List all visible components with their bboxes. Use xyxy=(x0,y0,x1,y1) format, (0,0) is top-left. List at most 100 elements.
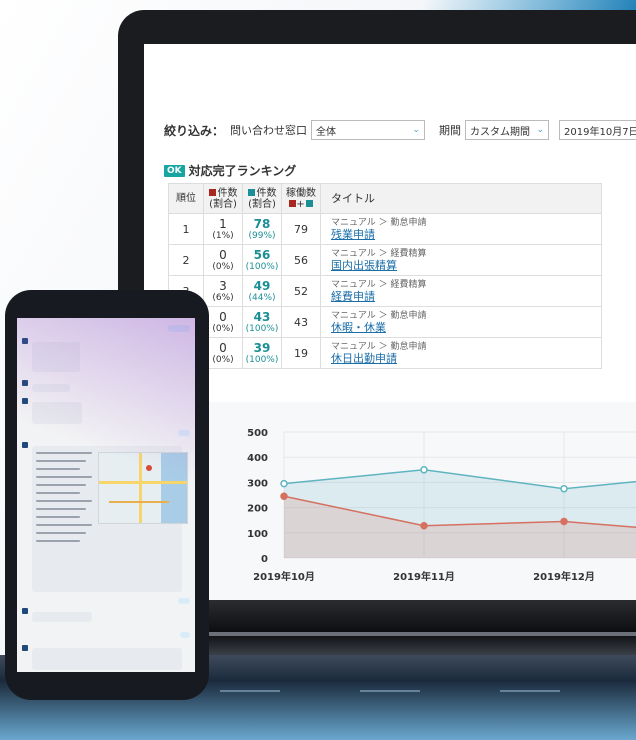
red-count-cell: 0 (0%) xyxy=(203,244,243,276)
table-row[interactable]: 33(6%)49(44%)52マニュアル ＞ 経費精算経費申請 xyxy=(168,275,602,307)
avatar xyxy=(22,442,28,448)
chat-bubble-right xyxy=(180,632,190,638)
chat-bubble-left xyxy=(32,402,82,424)
rank-cell: 2 xyxy=(168,244,204,276)
y-tick-label: 0 xyxy=(261,554,268,565)
chat-map-image[interactable] xyxy=(98,452,188,524)
y-tick-label: 100 xyxy=(247,529,268,540)
avatar xyxy=(22,608,28,614)
laptop-base-edge xyxy=(200,632,636,636)
title-cell: マニュアル ＞ 勤怠申請 残業申請 xyxy=(320,213,602,245)
chat-text-line xyxy=(36,460,86,462)
table-row[interactable]: 40(0%)43(100%)43マニュアル ＞ 勤怠申請休暇・休業 xyxy=(168,306,602,338)
filter-bar: 絞り込み： 問い合わせ窓口 全体 ⌄ 期間 カスタム期間 ⌄ 2019年10月7… xyxy=(164,120,636,140)
map-road xyxy=(109,501,169,503)
chat-text-line xyxy=(36,524,92,526)
title-cell: マニュアル ＞ 勤怠申請 休日出勤申請 xyxy=(320,337,602,369)
filter-label: 絞り込み： xyxy=(164,123,225,138)
laptop-base xyxy=(160,600,636,655)
ranking-title: 対応完了ランキング xyxy=(188,164,297,178)
teal-count-cell: 43 (100%) xyxy=(242,306,282,338)
header-teal-count[interactable]: 件数 (割合) xyxy=(242,183,282,214)
y-tick-label: 300 xyxy=(247,478,268,489)
map-water xyxy=(161,453,187,523)
doc-link[interactable]: 残業申請 xyxy=(331,229,601,241)
date-field[interactable]: 2019年10月7日 xyxy=(559,120,636,140)
data-point xyxy=(420,466,428,474)
teal-count-cell: 78 (99%) xyxy=(242,213,282,245)
y-tick-label: 400 xyxy=(247,453,268,464)
doc-link[interactable]: 経費申請 xyxy=(331,291,601,303)
data-point xyxy=(560,517,568,526)
teal-count-cell: 49 (44%) xyxy=(242,275,282,307)
title-cell: マニュアル ＞ 経費精算 国内出張精算 xyxy=(320,244,602,276)
chat-text-line xyxy=(36,508,86,510)
teal-count-cell: 39 (100%) xyxy=(242,337,282,369)
chevron-down-icon: ⌄ xyxy=(536,125,545,135)
work-cell: 43 xyxy=(281,306,321,338)
chevron-down-icon: ⌄ xyxy=(412,125,421,135)
laptop-screen: 絞り込み： 問い合わせ窓口 全体 ⌄ 期間 カスタム期間 ⌄ 2019年10月7… xyxy=(144,44,636,600)
chat-text-line xyxy=(36,500,92,502)
red-count-cell: 3 (6%) xyxy=(203,275,243,307)
work-cell: 19 xyxy=(281,337,321,369)
period-select-value: カスタム期間 xyxy=(470,126,531,138)
avatar xyxy=(22,398,28,404)
title-cell: マニュアル ＞ 勤怠申請 休暇・休業 xyxy=(320,306,602,338)
chat-text-line xyxy=(36,468,80,470)
window-label: 問い合わせ窓口 xyxy=(230,124,308,137)
chat-text-line xyxy=(36,452,92,454)
trend-chart: 0 100 200 300 400 500 2019年10月 2019年11月 2019年12月 xyxy=(164,402,636,600)
doc-link[interactable]: 国内出張精算 xyxy=(331,260,601,272)
rank-cell: 1 xyxy=(168,213,204,245)
chat-text-line xyxy=(36,532,86,534)
avatar xyxy=(22,380,28,386)
title-cell: マニュアル ＞ 経費精算 経費申請 xyxy=(320,275,602,307)
teal-square-icon xyxy=(247,189,255,196)
chat-text-line xyxy=(36,476,92,478)
trend-chart-svg: 0 100 200 300 400 500 2019年10月 2019年11月 2019年12月 xyxy=(247,428,636,583)
period-select[interactable]: カスタム期間 ⌄ xyxy=(465,120,550,140)
y-tick-label: 200 xyxy=(247,504,268,515)
red-count-cell: 1 (1%) xyxy=(203,213,243,245)
ranking-header-row: 順位 件数 (割合) 件数 (割合) 稼働数 + タイトル xyxy=(168,183,602,214)
header-rank[interactable]: 順位 xyxy=(168,183,204,214)
table-row[interactable]: 2 0 (0%) 56 (100%) 56 マニュアル ＞ 経費精算 国内出張精算 xyxy=(168,244,602,276)
map-road xyxy=(139,453,142,523)
map-road xyxy=(99,481,187,484)
data-point xyxy=(280,479,288,488)
window-select[interactable]: 全体 ⌄ xyxy=(311,120,426,140)
table-row[interactable]: 1 1 (1%) 78 (99%) 79 マニュアル ＞ 勤怠申請 残業申請 xyxy=(168,213,602,245)
data-point xyxy=(420,521,428,530)
header-red-count[interactable]: 件数 (割合) xyxy=(203,183,243,214)
data-point xyxy=(560,484,568,493)
red-count-cell: 0 (0%) xyxy=(203,306,243,338)
chat-text-line xyxy=(36,492,80,494)
chat-text-line xyxy=(36,540,80,542)
teal-count-cell: 56 (100%) xyxy=(242,244,282,276)
chat-text-line xyxy=(36,484,86,486)
red-count-cell: 0 (0%) xyxy=(203,337,243,369)
chat-bubble-left xyxy=(32,384,70,392)
phone-notch xyxy=(68,298,146,314)
period-label: 期間 xyxy=(439,124,462,137)
window-select-value: 全体 xyxy=(316,126,337,138)
table-row[interactable]: 50(0%)39(100%)19マニュアル ＞ 勤怠申請休日出勤申請 xyxy=(168,337,602,369)
chat-bubble-left xyxy=(32,342,80,372)
teal-square-icon xyxy=(305,200,313,207)
x-tick-label: 2019年12月 xyxy=(533,570,595,583)
y-tick-label: 500 xyxy=(247,428,268,439)
floor-reflection-lines xyxy=(220,690,636,692)
chat-bubble-left xyxy=(32,612,92,622)
chat-bubble-right xyxy=(168,325,190,332)
ok-badge: OK xyxy=(164,164,185,177)
avatar xyxy=(22,338,28,344)
chat-bubble-right xyxy=(178,598,190,604)
ranking-heading: OK 対応完了ランキング xyxy=(164,162,296,179)
header-work[interactable]: 稼働数 + xyxy=(281,183,321,214)
doc-link[interactable]: 休日出勤申請 xyxy=(331,353,601,365)
chat-bubble-right xyxy=(178,430,190,436)
doc-link[interactable]: 休暇・休業 xyxy=(331,322,601,334)
header-title[interactable]: タイトル xyxy=(320,183,602,214)
x-tick-label: 2019年11月 xyxy=(393,570,455,583)
